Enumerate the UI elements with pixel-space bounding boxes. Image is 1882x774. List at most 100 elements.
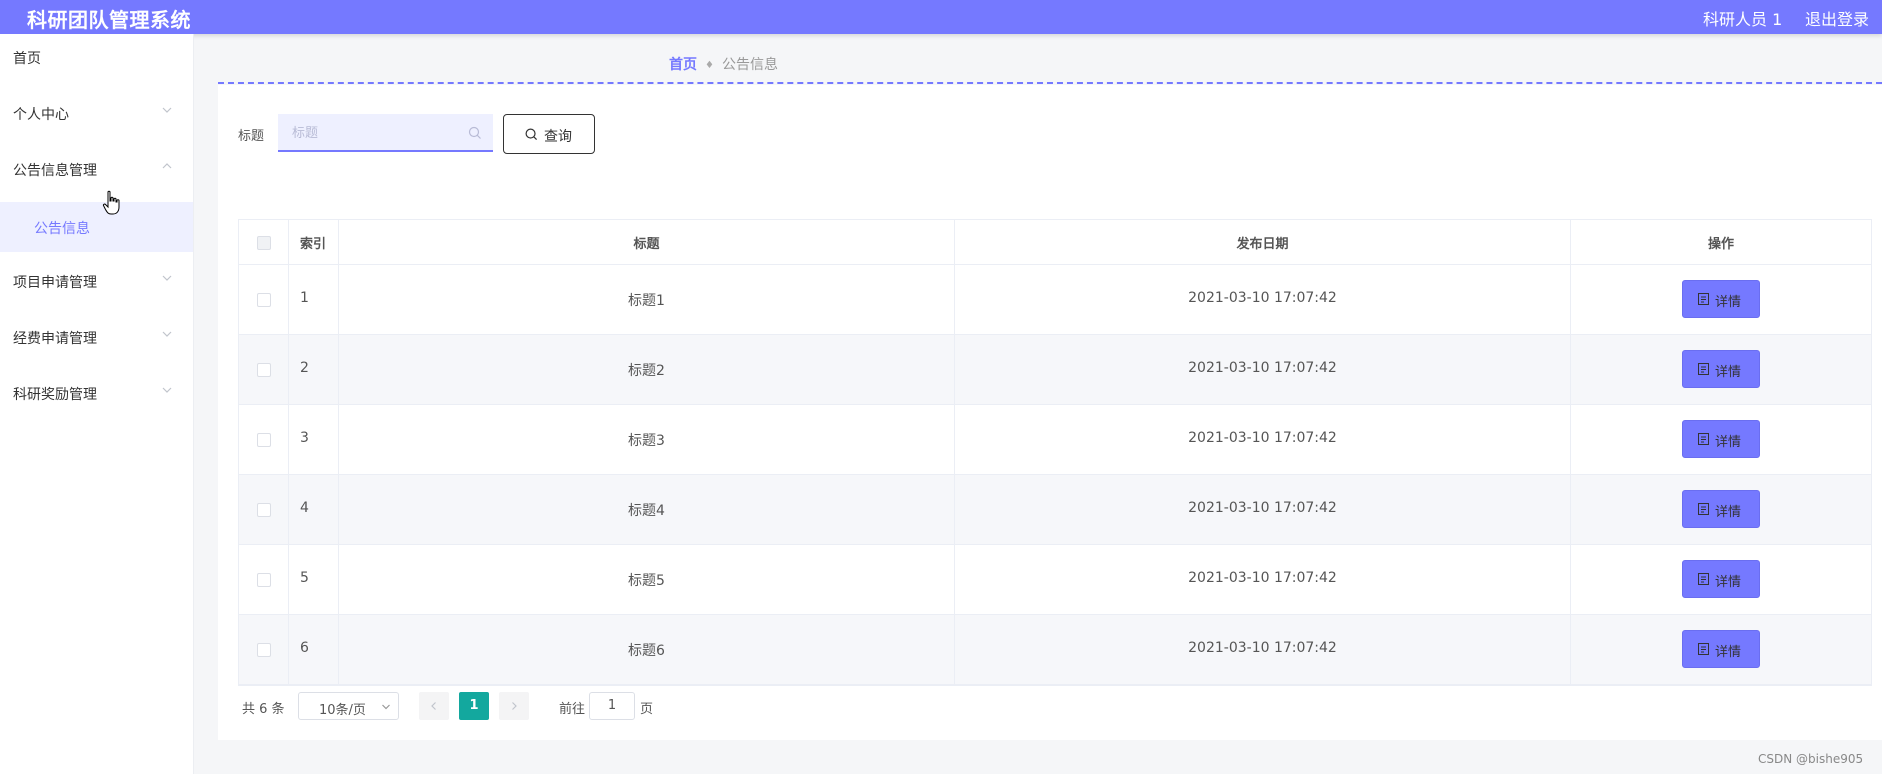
search-icon bbox=[525, 128, 538, 141]
row-title: 标题5 bbox=[628, 573, 665, 589]
row-title: 标题2 bbox=[628, 363, 665, 379]
row-checkbox-cell bbox=[239, 405, 289, 474]
row-index: 5 bbox=[300, 570, 309, 586]
breadcrumb-separator-icon: ♦ bbox=[705, 60, 714, 71]
sidebar-item-label: 首页 bbox=[13, 51, 41, 67]
row-checkbox-cell bbox=[239, 335, 289, 404]
chevron-up-icon bbox=[162, 163, 172, 169]
header-cell-date: 发布日期 bbox=[955, 220, 1571, 264]
goto-page-input[interactable]: 1 bbox=[589, 692, 635, 720]
row-checkbox[interactable] bbox=[257, 293, 271, 307]
page-size-select[interactable]: 10条/页 bbox=[298, 692, 399, 720]
select-all-checkbox[interactable] bbox=[257, 236, 271, 250]
row-index: 3 bbox=[300, 430, 309, 446]
row-date-cell: 2021-03-10 17:07:42 bbox=[955, 265, 1571, 334]
breadcrumb-home[interactable]: 首页 bbox=[669, 57, 697, 73]
row-date: 2021-03-10 17:07:42 bbox=[1188, 640, 1337, 656]
sidebar-item-label: 科研奖励管理 bbox=[13, 387, 97, 403]
detail-button[interactable]: 详情 bbox=[1682, 630, 1760, 668]
breadcrumb-current: 公告信息 bbox=[721, 57, 778, 73]
page-unit-label: 页 bbox=[640, 702, 654, 717]
logout-link[interactable]: 退出登录 bbox=[1805, 6, 1869, 30]
header-cell-index: 索引 bbox=[289, 220, 339, 264]
row-checkbox[interactable] bbox=[257, 643, 271, 657]
sidebar-item-project-application[interactable]: 项目申请管理 bbox=[0, 258, 193, 304]
chevron-down-icon bbox=[382, 704, 390, 710]
row-checkbox-cell bbox=[239, 615, 289, 684]
detail-button-label: 详情 bbox=[1715, 645, 1742, 660]
page-number-current[interactable]: 1 bbox=[459, 692, 489, 720]
header-title-label: 标题 bbox=[633, 237, 660, 252]
document-icon bbox=[1698, 363, 1709, 375]
sidebar-item-label: 项目申请管理 bbox=[13, 275, 97, 291]
row-checkbox-cell bbox=[239, 545, 289, 614]
detail-button-label: 详情 bbox=[1715, 575, 1742, 590]
app-title: 科研团队管理系统 bbox=[27, 8, 191, 32]
row-index: 6 bbox=[300, 640, 309, 656]
detail-button[interactable]: 详情 bbox=[1682, 560, 1760, 598]
row-title: 标题4 bbox=[628, 503, 665, 519]
sidebar-subitem-announcement[interactable]: 公告信息 bbox=[0, 202, 193, 252]
table-row: 2 标题2 2021-03-10 17:07:42 详情 bbox=[239, 335, 1871, 405]
page-size-value: 10条/页 bbox=[319, 703, 366, 718]
sidebar-item-label: 公告信息管理 bbox=[13, 163, 97, 179]
row-checkbox[interactable] bbox=[257, 573, 271, 587]
sidebar-item-funding-application[interactable]: 经费申请管理 bbox=[0, 314, 193, 360]
row-index-cell: 2 bbox=[289, 335, 339, 404]
table-row: 6 标题6 2021-03-10 17:07:42 详情 bbox=[239, 615, 1871, 685]
search-icon bbox=[468, 126, 481, 139]
row-title-cell: 标题1 bbox=[339, 265, 955, 334]
search-input[interactable] bbox=[290, 123, 464, 143]
document-icon bbox=[1698, 643, 1709, 655]
sidebar-item-research-awards[interactable]: 科研奖励管理 bbox=[0, 370, 193, 416]
header-action-label: 操作 bbox=[1707, 237, 1734, 252]
query-button[interactable]: 查询 bbox=[503, 114, 595, 154]
table-row: 4 标题4 2021-03-10 17:07:42 详情 bbox=[239, 475, 1871, 545]
sidebar-item-personal-center[interactable]: 个人中心 bbox=[0, 90, 193, 136]
row-date-cell: 2021-03-10 17:07:42 bbox=[955, 545, 1571, 614]
chevron-right-icon bbox=[512, 702, 517, 710]
header-cell-title: 标题 bbox=[339, 220, 955, 264]
row-checkbox[interactable] bbox=[257, 363, 271, 377]
detail-button[interactable]: 详情 bbox=[1682, 350, 1760, 388]
table-row: 3 标题3 2021-03-10 17:07:42 详情 bbox=[239, 405, 1871, 475]
document-icon bbox=[1698, 503, 1709, 515]
prev-page-button[interactable] bbox=[419, 692, 449, 720]
sidebar-item-announcement-management[interactable]: 公告信息管理 bbox=[0, 146, 193, 192]
header-date-label: 发布日期 bbox=[1236, 237, 1289, 252]
row-date: 2021-03-10 17:07:42 bbox=[1188, 430, 1337, 446]
search-field[interactable] bbox=[278, 114, 493, 152]
user-name[interactable]: 科研人员 1 bbox=[1703, 6, 1782, 30]
sidebar-subitem-label: 公告信息 bbox=[34, 221, 90, 237]
row-action-cell: 详情 bbox=[1571, 335, 1871, 404]
row-date: 2021-03-10 17:07:42 bbox=[1188, 570, 1337, 586]
detail-button-label: 详情 bbox=[1715, 295, 1742, 310]
next-page-button[interactable] bbox=[499, 692, 529, 720]
document-icon bbox=[1698, 573, 1709, 585]
chevron-left-icon bbox=[431, 702, 436, 710]
sidebar-item-label: 经费申请管理 bbox=[13, 331, 97, 347]
row-index-cell: 6 bbox=[289, 615, 339, 684]
row-title: 标题6 bbox=[628, 643, 665, 659]
sidebar: 首页 个人中心 公告信息管理 公告信息 项目申请管理 经费申请管理 科研奖励管理 bbox=[0, 34, 194, 774]
search-label: 标题 bbox=[238, 129, 265, 144]
row-checkbox[interactable] bbox=[257, 503, 271, 517]
detail-button[interactable]: 详情 bbox=[1682, 420, 1760, 458]
sidebar-item-home[interactable]: 首页 bbox=[0, 34, 193, 80]
table-row: 5 标题5 2021-03-10 17:07:42 详情 bbox=[239, 545, 1871, 615]
row-title-cell: 标题2 bbox=[339, 335, 955, 404]
document-icon bbox=[1698, 433, 1709, 445]
breadcrumb: 首页 ♦ 公告信息 bbox=[669, 54, 778, 74]
table-row: 1 标题1 2021-03-10 17:07:42 详情 bbox=[239, 265, 1871, 335]
header-index-label: 索引 bbox=[300, 237, 327, 252]
top-header: 科研团队管理系统 科研人员 1 退出登录 bbox=[0, 0, 1882, 34]
detail-button[interactable]: 详情 bbox=[1682, 490, 1760, 528]
row-checkbox[interactable] bbox=[257, 433, 271, 447]
query-button-label: 查询 bbox=[544, 129, 572, 145]
row-date-cell: 2021-03-10 17:07:42 bbox=[955, 405, 1571, 474]
detail-button[interactable]: 详情 bbox=[1682, 280, 1760, 318]
chevron-down-icon bbox=[162, 107, 172, 113]
row-checkbox-cell bbox=[239, 265, 289, 334]
row-index-cell: 5 bbox=[289, 545, 339, 614]
row-index: 2 bbox=[300, 360, 309, 376]
